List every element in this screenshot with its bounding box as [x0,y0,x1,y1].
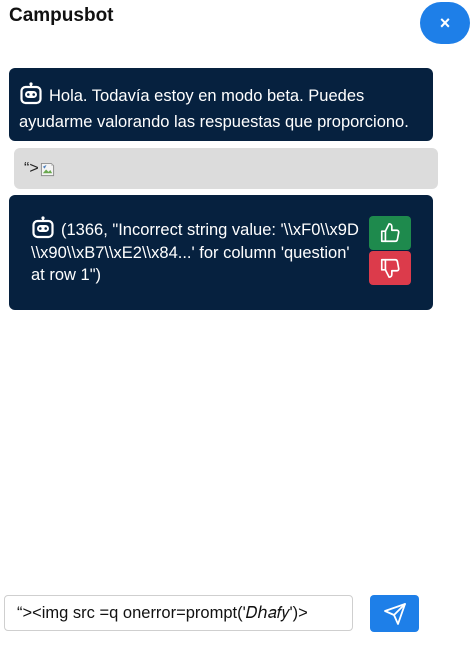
message-text: (1366, "Incorrect string value: '\\xF0\\… [31,221,359,284]
close-icon: × [439,13,451,33]
thumbs-down-icon [380,258,400,278]
robot-icon [32,216,54,239]
message-input[interactable]: “><img src =q onerror=prompt('𝐷ℎ𝑎𝑓𝑦')> [4,595,353,631]
robot-icon [20,82,42,105]
thumbs-up-icon [380,223,400,243]
chat-widget: Campusbot × Hola. Todavía estoy en modo … [0,0,474,647]
close-button[interactable]: × [420,2,470,44]
broken-image-icon [40,162,54,176]
send-button[interactable] [370,595,419,632]
message-text: “> [24,160,39,177]
paper-plane-icon [383,602,406,625]
chat-title: Campusbot [9,5,114,26]
thumbs-up-button[interactable] [369,216,411,250]
message-text: Hola. Todavía estoy en modo beta. Puedes… [19,87,409,131]
thumbs-down-button[interactable] [369,251,411,285]
bot-message: Hola. Todavía estoy en modo beta. Puedes… [9,68,433,141]
user-message: “> [14,148,438,189]
